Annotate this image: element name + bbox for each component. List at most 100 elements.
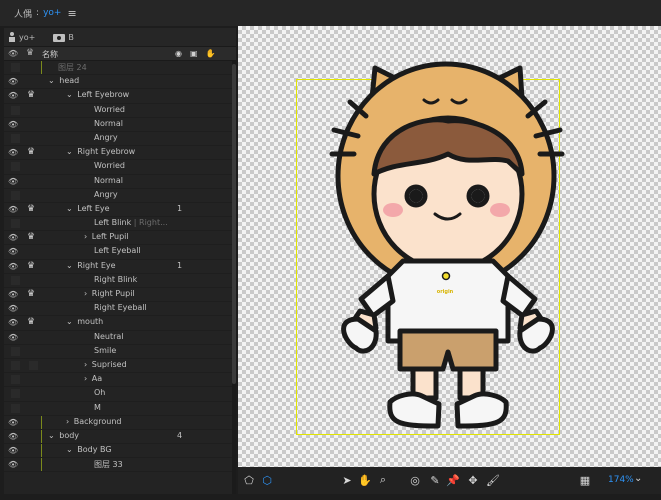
layer-row[interactable]: 👁 Normal xyxy=(4,175,232,189)
layer-label[interactable]: ⌄ Body BG xyxy=(66,445,112,454)
layer-row[interactable]: 👁 ♛ › Left Pupil xyxy=(4,231,232,246)
crown-icon[interactable]: ♛ xyxy=(27,204,37,214)
visibility-eye-icon[interactable]: 👁 xyxy=(8,148,18,157)
independence-toggle[interactable] xyxy=(29,360,38,370)
layer-row[interactable]: 👁 ♛ › Right Pupil xyxy=(4,288,232,303)
layer-label[interactable]: › Left Pupil xyxy=(84,232,129,241)
layer-label[interactable]: Right Eyeball xyxy=(94,303,147,312)
layer-label[interactable]: Left Blink | Right... xyxy=(94,218,168,227)
chevron-right-icon[interactable]: › xyxy=(84,374,90,383)
visibility-toggle[interactable] xyxy=(11,275,20,285)
visibility-eye-icon[interactable]: 👁 xyxy=(8,177,18,186)
mesh-icon[interactable]: ⬠ xyxy=(242,473,256,487)
layer-row[interactable]: 👁 ♛ ⌄ Left Eye 1 xyxy=(4,203,232,218)
visibility-toggle[interactable] xyxy=(11,105,20,115)
visibility-eye-icon[interactable]: 👁 xyxy=(8,233,18,242)
crown-icon[interactable]: ♛ xyxy=(27,147,37,157)
visibility-eye-icon[interactable]: 👁 xyxy=(8,247,18,256)
layer-row[interactable]: 👁 ♛ ⌄ mouth xyxy=(4,316,232,331)
visibility-toggle[interactable] xyxy=(11,346,20,356)
tab-active-puppet[interactable]: yo+ xyxy=(43,8,61,18)
visibility-eye-icon[interactable]: 👁 xyxy=(8,304,18,313)
visibility-toggle[interactable] xyxy=(11,389,20,399)
visibility-eye-icon[interactable]: 👁 xyxy=(8,91,18,100)
layer-label[interactable]: M xyxy=(94,403,101,412)
layer-label[interactable]: Normal xyxy=(94,119,123,128)
layer-label[interactable]: Oh xyxy=(94,388,105,397)
layer-row[interactable]: Right Blink xyxy=(4,274,232,288)
layer-row[interactable]: 👁 ♛ ⌄ Right Eye 1 xyxy=(4,260,232,274)
layer-row[interactable]: › Suprised xyxy=(4,359,232,374)
layer-row[interactable]: 👁 ⌄ body 4 xyxy=(4,429,232,445)
tab-puppet[interactable]: 人偶 xyxy=(14,7,32,20)
layer-label[interactable]: ⌄ mouth xyxy=(66,317,103,326)
crown-icon[interactable]: ♛ xyxy=(27,232,37,242)
layer-label[interactable]: ⌄ Right Eyebrow xyxy=(66,147,135,156)
visibility-eye-icon[interactable]: 👁 xyxy=(8,460,18,469)
layer-row[interactable]: Angry xyxy=(4,189,232,203)
chevron-down-icon[interactable]: ⌄ xyxy=(48,431,57,440)
layer-row[interactable]: Angry xyxy=(4,132,232,147)
chevron-down-icon[interactable]: ⌄ xyxy=(66,147,75,156)
layer-row[interactable]: 👁 Right Eyeball xyxy=(4,302,232,317)
visibility-toggle[interactable] xyxy=(11,219,20,229)
layer-label[interactable]: › Aa xyxy=(84,374,102,383)
hamburger-icon[interactable]: ≡ xyxy=(67,7,76,20)
transparency-grid-icon[interactable]: ▦ xyxy=(578,473,592,487)
layer-label[interactable]: Neutral xyxy=(94,332,124,341)
visibility-eye-icon[interactable]: 👁 xyxy=(8,205,18,214)
canvas-stage[interactable]: origin xyxy=(238,26,661,467)
visibility-eye-icon[interactable]: 👁 xyxy=(8,77,18,86)
puppet-chip[interactable]: yo+ xyxy=(8,32,35,42)
scrollbar-thumb[interactable] xyxy=(232,64,236,384)
layer-row[interactable]: Left Blink | Right... xyxy=(4,217,232,232)
layer-row[interactable]: 👁 ♛ ⌄ Left Eyebrow xyxy=(4,89,232,104)
layer-label[interactable]: › Right Pupil xyxy=(84,289,135,298)
visibility-eye-icon[interactable]: 👁 xyxy=(8,318,18,327)
visibility-eye-icon[interactable]: 👁 xyxy=(8,120,18,129)
layer-row[interactable]: 👁 Left Eyeball xyxy=(4,245,232,260)
chevron-down-icon[interactable]: ⌄ xyxy=(634,473,642,484)
layer-row[interactable]: Smile xyxy=(4,345,232,359)
visibility-eye-icon[interactable]: 👁 xyxy=(8,418,18,427)
chevron-right-icon[interactable]: › xyxy=(66,417,72,426)
chevron-right-icon[interactable]: › xyxy=(84,360,90,369)
crown-icon[interactable]: ♛ xyxy=(27,317,37,327)
visibility-toggle[interactable] xyxy=(11,360,20,370)
visibility-toggle[interactable] xyxy=(11,133,20,143)
layer-label[interactable]: Angry xyxy=(94,133,118,142)
camera-chip[interactable]: B xyxy=(53,33,74,42)
visibility-toggle[interactable] xyxy=(11,190,20,200)
layer-label[interactable]: › Background xyxy=(66,417,121,426)
pen-icon[interactable]: ✎ xyxy=(428,473,442,487)
select-arrow-icon[interactable]: ➤ xyxy=(340,473,354,487)
crown-icon[interactable]: ♛ xyxy=(27,261,37,271)
visibility-eye-icon[interactable]: 👁 xyxy=(8,446,18,455)
visibility-eye-icon[interactable]: 👁 xyxy=(8,333,18,342)
chevron-down-icon[interactable]: ⌄ xyxy=(48,76,57,85)
layer-row[interactable]: 👁 图层 33 xyxy=(4,458,232,473)
layer-label[interactable]: ⌄ Left Eye xyxy=(66,204,110,213)
zoom-level[interactable]: 174% xyxy=(608,475,634,485)
visibility-toggle[interactable] xyxy=(11,162,20,172)
layer-label[interactable]: Normal xyxy=(94,176,123,185)
crown-icon[interactable]: ♛ xyxy=(27,289,37,299)
layer-row[interactable]: 👁 ♛ ⌄ Right Eyebrow xyxy=(4,146,232,161)
layer-row[interactable]: Oh xyxy=(4,387,232,402)
layer-label[interactable]: ⌄ body xyxy=(48,431,79,440)
chevron-right-icon[interactable]: › xyxy=(84,232,90,241)
layer-row[interactable]: 👁 › Background xyxy=(4,415,232,430)
visibility-toggle[interactable] xyxy=(11,403,20,413)
chevron-down-icon[interactable]: ⌄ xyxy=(66,317,75,326)
layer-row[interactable]: Worried xyxy=(4,160,232,175)
visibility-toggle[interactable] xyxy=(11,375,20,385)
layer-row[interactable]: M xyxy=(4,402,232,416)
zoom-icon[interactable]: ⌕ xyxy=(376,473,390,487)
layer-row[interactable]: 👁 ⌄ head xyxy=(4,75,232,90)
layer-label[interactable]: ⌄ head xyxy=(48,76,79,85)
hand-icon[interactable]: ✋ xyxy=(206,49,216,58)
layer-label[interactable]: Left Eyeball xyxy=(94,246,141,255)
camera-icon[interactable]: ▣ xyxy=(190,49,198,58)
chevron-down-icon[interactable]: ⌄ xyxy=(66,204,75,213)
hand-icon[interactable]: ✋ xyxy=(358,473,372,487)
